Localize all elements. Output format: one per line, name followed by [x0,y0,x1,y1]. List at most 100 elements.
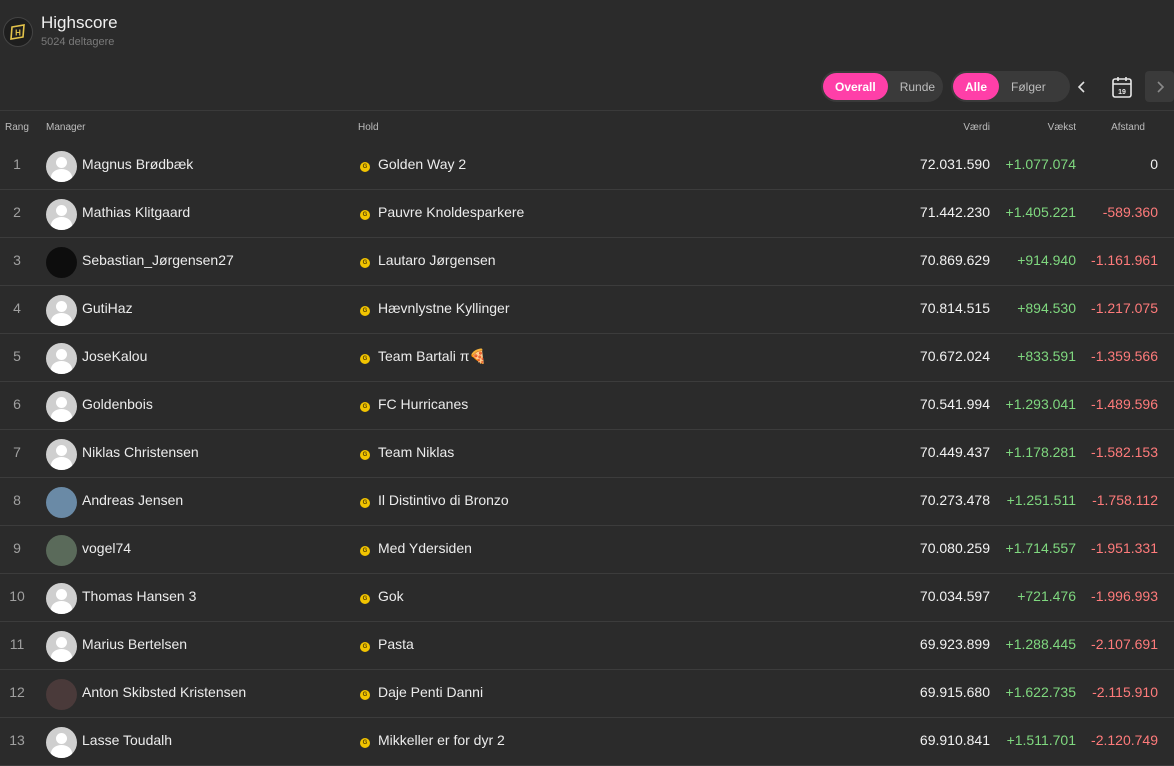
column-team[interactable]: Hold [358,122,379,133]
value-cell: 70.273.478 [919,492,990,508]
next-button[interactable] [1145,71,1174,102]
table-row[interactable]: 2 Mathias Klitgaard G Pauvre Knoldesparkere… [0,190,1174,238]
table-row[interactable]: 12 Anton Skibsted Kristensen G Daje Penti D… [0,670,1174,718]
tab-overall[interactable]: Overall [823,73,888,100]
team-name[interactable]: FC Hurricanes [378,396,468,412]
avatar[interactable] [46,295,77,326]
team-badge-icon: G [360,642,370,652]
table-row[interactable]: 6 Goldenbois G FC Hurricanes 70.541.994 +1.29… [0,382,1174,430]
table-row[interactable]: 11 Marius Bertelsen G Pasta 69.923.899 +1.288… [0,622,1174,670]
rank-cell: 5 [13,348,21,364]
table-row[interactable]: 3 Sebastian_Jørgensen27 G Lautaro Jørgensen… [0,238,1174,286]
avatar[interactable] [46,439,77,470]
manager-name[interactable]: Sebastian_Jørgensen27 [82,252,234,268]
avatar[interactable] [46,535,77,566]
value-cell: 70.814.515 [919,300,990,316]
svg-text:H: H [15,29,21,38]
rank-cell: 8 [13,492,21,508]
column-rank[interactable]: Rang [5,122,29,133]
value-cell: 70.672.024 [919,348,990,364]
team-name[interactable]: Daje Penti Danni [378,684,483,700]
column-growth[interactable]: Vækst [1048,122,1076,133]
team-name[interactable]: Lautaro Jørgensen [378,252,496,268]
column-value[interactable]: Værdi [963,122,990,133]
distance-cell: -1.951.331 [1091,540,1158,556]
tab-alle[interactable]: Alle [953,73,1000,100]
tab-folger[interactable]: Følger [999,73,1058,100]
manager-name[interactable]: Thomas Hansen 3 [82,588,196,604]
avatar-body [51,409,72,422]
avatar[interactable] [46,151,77,182]
table-row[interactable]: 9 vogel74 G Med Ydersiden 70.080.259 +1.714.5… [0,526,1174,574]
avatar[interactable] [46,199,77,230]
value-cell: 69.910.841 [919,732,990,748]
team-name[interactable]: Il Distintivo di Bronzo [378,492,509,508]
value-cell: 71.442.230 [919,204,990,220]
avatar[interactable] [46,391,77,422]
tab-runde[interactable]: Runde [888,73,947,100]
rank-cell: 7 [13,444,21,460]
column-manager[interactable]: Manager [46,122,85,133]
table-row[interactable]: 4 GutiHaz G Hævnlystne Kyllinger 70.814.515 +… [0,286,1174,334]
growth-cell: +1.178.281 [1005,444,1076,460]
table-row[interactable]: 5 JoseKalou G Team Bartali π🍕 70.672.024 +833… [0,334,1174,382]
manager-name[interactable]: Mathias Klitgaard [82,204,190,220]
avatar[interactable] [46,631,77,662]
distance-cell: -1.359.566 [1091,348,1158,364]
table-row[interactable]: 8 Andreas Jensen G Il Distintivo di Bronzo 7… [0,478,1174,526]
table-row[interactable]: 13 Lasse Toudalh G Mikkeller er for dyr 2 69… [0,718,1174,766]
participant-count: 5024 deltagere [41,36,115,48]
rank-cell: 6 [13,396,21,412]
team-name[interactable]: Gok [378,588,404,604]
table-header: Rang Manager Hold Værdi Vækst Afstand [0,110,1174,142]
manager-name[interactable]: vogel74 [82,540,131,556]
team-name[interactable]: Team Niklas [378,444,454,460]
value-cell: 70.541.994 [919,396,990,412]
team-name[interactable]: Med Ydersiden [378,540,472,556]
toolbar: Overall Runde Alle Følger 19 [0,71,1174,103]
team-name[interactable]: Pasta [378,636,414,652]
column-distance[interactable]: Afstand [1111,122,1145,133]
avatar-head [56,349,67,360]
table-row[interactable]: 1 Magnus Brødbæk G Golden Way 2 72.031.590 +1… [0,142,1174,190]
avatar[interactable] [46,247,77,278]
manager-name[interactable]: Goldenbois [82,396,153,412]
svg-text:19: 19 [1118,89,1126,96]
league-logo-icon[interactable]: H [3,17,33,47]
team-name[interactable]: Team Bartali π🍕 [378,348,487,365]
table-row[interactable]: 7 Niklas Christensen G Team Niklas 70.449.43… [0,430,1174,478]
manager-name[interactable]: JoseKalou [82,348,147,364]
filter-toggle: Alle Følger [951,71,1070,102]
manager-name[interactable]: GutiHaz [82,300,133,316]
avatar[interactable] [46,343,77,374]
previous-button[interactable] [1066,71,1097,102]
avatar-body [51,745,72,758]
manager-name[interactable]: Anton Skibsted Kristensen [82,684,246,700]
growth-cell: +1.714.557 [1005,540,1076,556]
growth-cell: +894.530 [1017,300,1076,316]
rank-cell: 10 [9,588,25,604]
value-cell: 69.915.680 [919,684,990,700]
rank-cell: 9 [13,540,21,556]
avatar[interactable] [46,679,77,710]
manager-name[interactable]: Lasse Toudalh [82,732,172,748]
team-badge-icon: G [360,546,370,556]
avatar-body [51,649,72,662]
avatar[interactable] [46,583,77,614]
team-name[interactable]: Golden Way 2 [378,156,466,172]
manager-name[interactable]: Magnus Brødbæk [82,156,193,172]
team-name[interactable]: Pauvre Knoldesparkere [378,204,524,220]
avatar[interactable] [46,727,77,758]
manager-name[interactable]: Marius Bertelsen [82,636,187,652]
growth-cell: +1.288.445 [1005,636,1076,652]
manager-name[interactable]: Niklas Christensen [82,444,199,460]
table-row[interactable]: 10 Thomas Hansen 3 G Gok 70.034.597 +721.476-… [0,574,1174,622]
calendar-icon: 19 [1111,76,1132,98]
team-name[interactable]: Mikkeller er for dyr 2 [378,732,505,748]
avatar[interactable] [46,487,77,518]
team-name[interactable]: Hævnlystne Kyllinger [378,300,510,316]
manager-name[interactable]: Andreas Jensen [82,492,183,508]
calendar-button[interactable]: 19 [1106,71,1137,102]
growth-cell: +1.251.511 [1006,492,1076,508]
growth-cell: +833.591 [1017,348,1076,364]
